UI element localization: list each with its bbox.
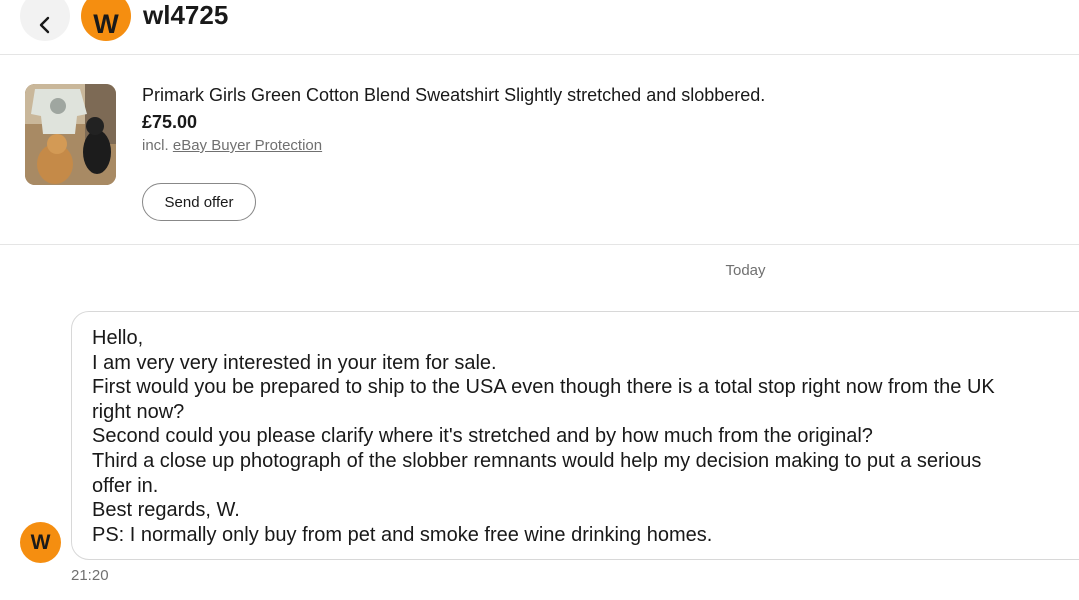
chat-page: W wl4725 Primark Girls Green Cotton Blen… (0, 0, 1079, 600)
header-avatar-initial: W (93, 8, 119, 39)
header-avatar[interactable]: W (81, 0, 131, 41)
back-button[interactable] (20, 0, 70, 41)
listing-title[interactable]: Primark Girls Green Cotton Blend Sweatsh… (142, 85, 765, 106)
chat-header: W wl4725 (0, 0, 1079, 55)
buyer-protection-note: incl. eBay Buyer Protection (142, 137, 322, 154)
sender-avatar-initial: W (30, 530, 51, 554)
listing-photo-icon (25, 84, 116, 185)
message-line: PS: I normally only buy from pet and smo… (92, 523, 713, 546)
listing-price: £75.00 (142, 112, 198, 132)
listing-thumbnail[interactable] (25, 84, 116, 185)
message-timestamp: 21:20 (71, 567, 109, 584)
date-separator: Today (725, 262, 766, 279)
message-line: Second could you please clarify where it… (92, 425, 873, 448)
message-line: First would you be prepared to ship to t… (92, 376, 995, 399)
message-line: I am very very interested in your item f… (92, 351, 497, 374)
header-username[interactable]: wl4725 (143, 0, 228, 31)
message-line: Third a close up photograph of the slobb… (92, 449, 982, 472)
message-line: Best regards, W. (92, 499, 240, 522)
listing-card[interactable]: Primark Girls Green Cotton Blend Sweatsh… (0, 55, 1079, 245)
sender-avatar[interactable]: W (20, 522, 61, 563)
message-line: right now? (92, 400, 185, 423)
buyer-protection-link[interactable]: eBay Buyer Protection (173, 137, 322, 154)
chevron-left-icon (39, 16, 50, 34)
send-offer-button[interactable]: Send offer (142, 183, 256, 221)
message-bubble: Hello, I am very very interested in your… (71, 311, 1079, 560)
protection-prefix: incl. (142, 137, 169, 154)
message-line: Hello, (92, 327, 144, 349)
message-line: offer in. (92, 474, 159, 497)
